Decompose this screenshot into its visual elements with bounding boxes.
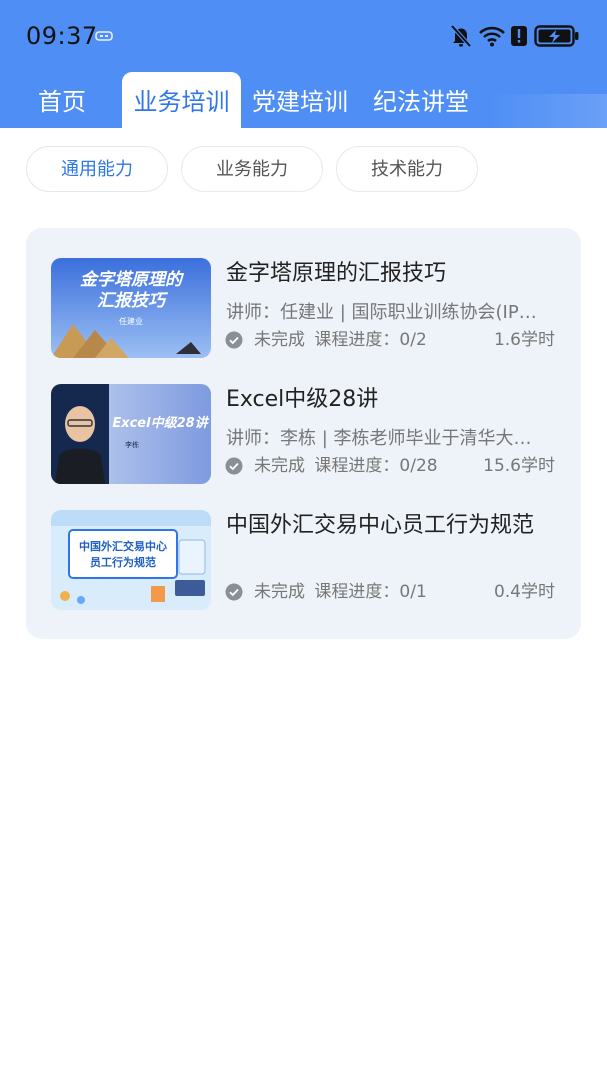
tab-business-training[interactable]: 业务培训 [122,72,241,128]
header: 09:37 首页 业务培训 党建培训 纪法讲堂 [0,0,607,128]
course-teacher: 讲师：李栋 | 李栋老师毕业于清华大… [226,428,532,449]
course-title: Excel中级28讲 [226,387,379,412]
battery-charging-icon [534,25,579,47]
tab-discipline-lecture[interactable]: 纪法讲堂 [373,72,469,128]
check-circle-icon [225,457,243,475]
filter-technical-ability[interactable]: 技术能力 [336,146,478,192]
course-title: 金字塔原理的汇报技巧 [226,261,447,286]
course-thumbnail: Excel中级28讲 李栋 [51,384,211,484]
progress-label: 课程进度：0/1 [314,582,427,602]
completion-status: 未完成 [254,582,305,602]
status-bar: 09:37 [0,0,607,72]
check-circle-icon [225,583,243,601]
course-progress: 未完成 课程进度：0/2 [254,328,427,352]
usb-icon [95,31,113,41]
course-item[interactable]: 金字塔原理的 汇报技巧 任建业 金字塔原理的汇报技巧 讲师：任建业 | 国际职业… [26,258,581,358]
course-title: 中国外汇交易中心员工行为规范 [226,513,535,538]
tab-party-training[interactable]: 党建培训 [252,72,348,128]
tab-home[interactable]: 首页 [38,72,86,128]
progress-label: 课程进度：0/2 [314,330,427,350]
tabs-scroll-fade [492,94,607,128]
thumb-title-line2: 汇报技巧 [97,291,165,311]
filter-chips: 通用能力 业务能力 技术能力 [0,146,607,194]
completion-status: 未完成 [254,456,305,476]
course-hours: 1.6学时 [493,330,555,350]
course-item[interactable]: 中国外汇交易中心 员工行为规范 中国外汇交易中心员工行为规范 未完成 课程进度：… [26,510,581,610]
course-thumbnail: 中国外汇交易中心 员工行为规范 [51,510,211,610]
check-circle-icon [225,331,243,349]
course-hours: 15.6学时 [483,456,555,476]
thumb-title: Excel中级28讲 [112,416,208,431]
course-progress: 未完成 课程进度：0/1 [254,580,427,604]
bell-off-icon [450,24,472,48]
course-progress: 未完成 课程进度：0/28 [254,454,438,478]
thumb-title-line2: 员工行为规范 [90,556,156,569]
course-item[interactable]: Excel中级28讲 李栋 Excel中级28讲 讲师：李栋 | 李栋老师毕业于… [26,384,581,484]
alert-icon [511,26,527,46]
course-hours: 0.4学时 [493,582,555,602]
top-tabs: 首页 业务培训 党建培训 纪法讲堂 [0,72,607,128]
completion-status: 未完成 [254,330,305,350]
course-teacher: 讲师：任建业 | 国际职业训练协会(IP… [226,302,537,323]
thumb-presenter: 任建业 [119,317,143,326]
filter-general-ability[interactable]: 通用能力 [26,146,168,192]
excel-cover-image [51,384,211,484]
filter-business-ability[interactable]: 业务能力 [181,146,323,192]
thumb-presenter: 李栋 [125,441,139,449]
course-list: 金字塔原理的 汇报技巧 任建业 金字塔原理的汇报技巧 讲师：任建业 | 国际职业… [26,228,581,639]
thumb-title-line1: 中国外汇交易中心 [79,540,167,553]
progress-label: 课程进度：0/28 [314,456,438,476]
status-time: 09:37 [26,22,98,50]
thumb-title-line1: 金字塔原理的 [80,270,182,290]
course-thumbnail: 金字塔原理的 汇报技巧 任建业 [51,258,211,358]
wifi-icon [479,26,505,47]
